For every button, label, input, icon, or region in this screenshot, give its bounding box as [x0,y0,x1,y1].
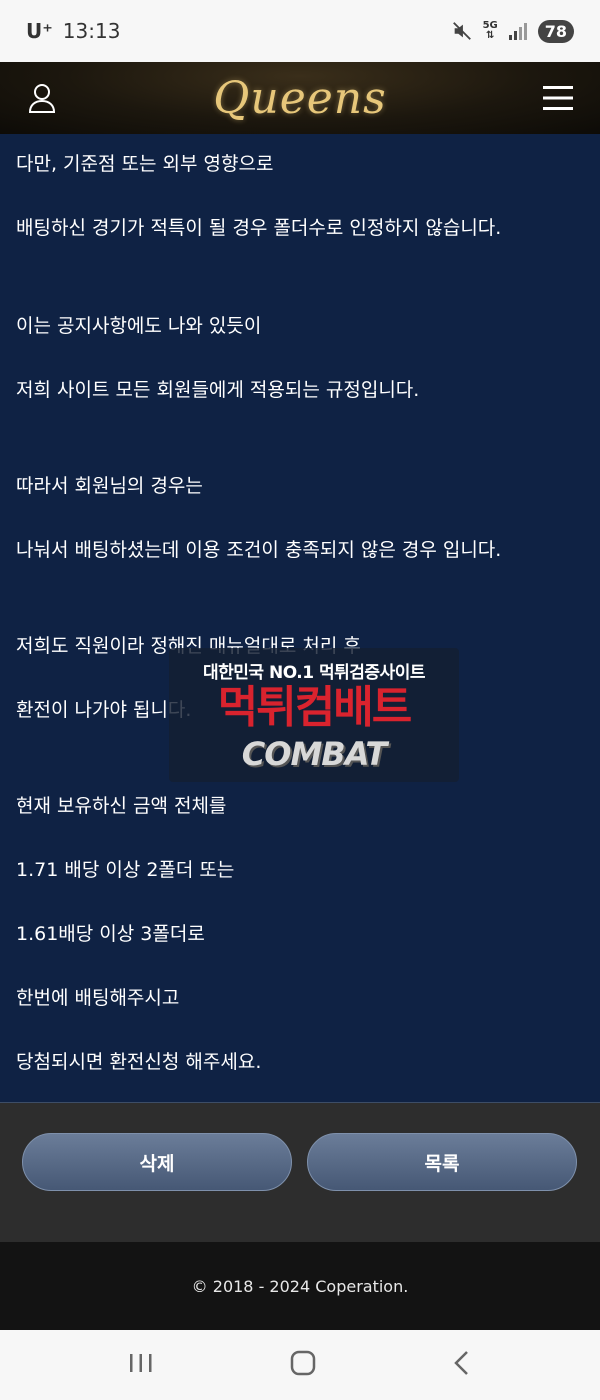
recent-apps-button[interactable] [128,1352,154,1378]
list-button[interactable]: 목록 [307,1133,577,1191]
hamburger-menu-icon [543,86,573,110]
site-header: Queens [0,62,600,134]
carrier-label: U⁺ [26,19,53,43]
menu-button[interactable] [538,78,578,118]
user-button[interactable] [22,78,62,118]
content-line: 당첨되시면 환전신청 해주세요. [16,1051,262,1073]
content-line: 다만, 기준점 또는 외부 영향으로 [16,153,274,175]
network-icon: 5G ⇅ [483,21,498,41]
content-line: 따라서 회원님의 경우는 [16,475,203,497]
user-icon [28,84,56,113]
site-logo[interactable]: Queens [213,73,386,124]
copyright-text: © 2018 - 2024 Coperation. [191,1276,409,1296]
back-button[interactable] [452,1350,472,1380]
content-line: 배팅하신 경기가 적특이 될 경우 폴더수로 인정하지 않습니다. [16,217,502,239]
signal-icon [508,22,528,40]
watermark-brand: 먹튀컴배트 [217,682,412,733]
data-arrows-icon: ⇅ [485,30,495,41]
content-line: 1.71 배당 이상 2폴더 또는 [16,859,235,881]
mute-icon [451,20,473,42]
delete-button[interactable]: 삭제 [22,1133,292,1191]
watermark-combat: COMBAT [241,735,387,773]
status-bar: U⁺ 13:13 5G ⇅ 78 [0,0,600,62]
recent-apps-icon [130,1354,152,1372]
content-line: 환전이 나가야 됩니다. [16,699,192,721]
content-line: 이는 공지사항에도 나와 있듯이 [16,315,262,337]
content-line: 나눠서 배팅하셨는데 이용 조건이 충족되지 않은 경우 입니다. [16,539,502,561]
site-footer: © 2018 - 2024 Coperation. [0,1242,600,1330]
content-line: 1.61배당 이상 3폴더로 [16,923,205,945]
content-line: 현재 보유하신 금액 전체를 [16,795,227,817]
system-nav-bar [0,1330,600,1400]
back-icon [454,1351,468,1375]
home-icon [290,1350,316,1376]
content-line: 저희 사이트 모든 회원들에게 적용되는 규정입니다. [16,379,420,401]
home-button[interactable] [290,1350,316,1380]
status-time: 13:13 [62,19,121,43]
battery-level: 78 [537,19,574,43]
watermark-logo: 대한민국 NO.1 먹튀검증사이트 먹튀컴배트 COMBAT [169,648,459,782]
action-bar: 삭제 목록 [0,1102,600,1242]
content-line: 한번에 배팅해주시고 [16,987,180,1009]
post-content: 다만, 기준점 또는 외부 영향으로 배팅하신 경기가 적특이 될 경우 폴더수… [0,134,600,1102]
watermark-tagline: 대한민국 NO.1 먹튀검증사이트 [203,663,425,683]
